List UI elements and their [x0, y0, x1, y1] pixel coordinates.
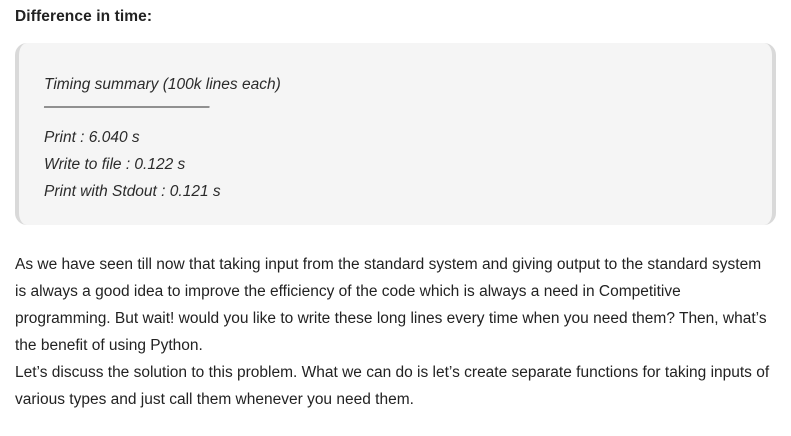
- article-body: As we have seen till now that taking inp…: [15, 251, 775, 413]
- code-block: Timing summary (100k lines each) ———————…: [15, 43, 776, 225]
- code-line-separator: ———————————: [44, 98, 210, 115]
- section-heading: Difference in time:: [15, 8, 153, 25]
- paragraph-solution: Let’s discuss the solution to this probl…: [15, 364, 770, 408]
- code-line-print-stdout: Print with Stdout : 0.121 s: [44, 183, 221, 200]
- code-line-write-to-file: Write to file : 0.122 s: [44, 156, 186, 173]
- code-line-title: Timing summary (100k lines each): [44, 76, 281, 93]
- paragraph-efficiency: As we have seen till now that taking inp…: [15, 256, 767, 354]
- code-line-print: Print : 6.040 s: [44, 129, 140, 146]
